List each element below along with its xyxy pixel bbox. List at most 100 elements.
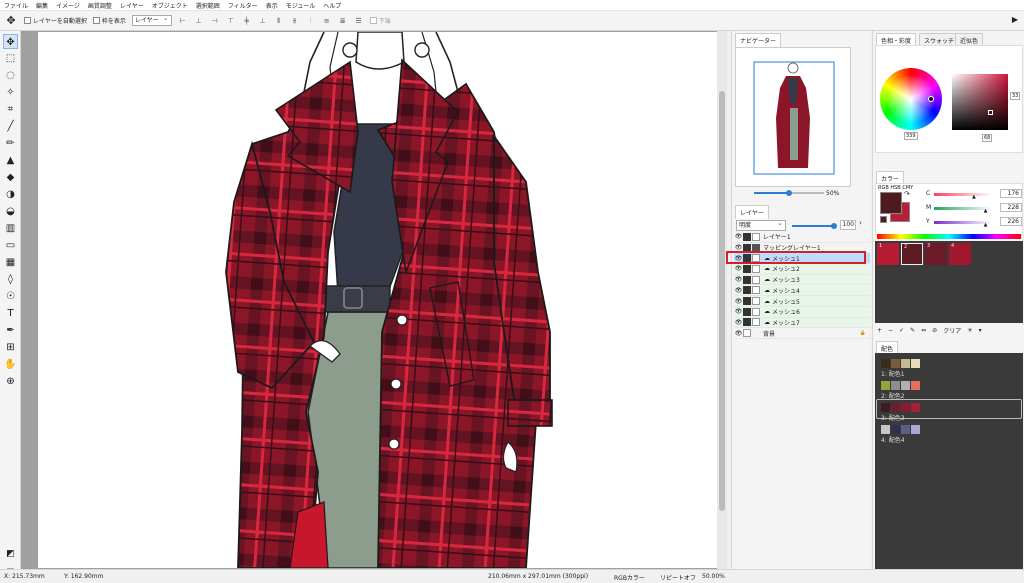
layer-row[interactable]: 👁 ☁ メッシュ1 [734,253,870,265]
eyedropper-icon[interactable]: ╱ [3,119,18,134]
menu-item-0[interactable]: ファイル [4,1,28,10]
palette-swatch[interactable] [891,381,900,390]
c-slider[interactable] [934,193,992,196]
hue-wheel[interactable] [880,68,942,130]
tab-navigator[interactable]: ナビゲーター [735,33,782,47]
menu-item-8[interactable]: 表示 [266,1,278,10]
opacity-input[interactable]: 100 [840,220,856,230]
opacity-dropdown-icon[interactable]: › [859,219,862,227]
layer-row[interactable]: 👁 ☁ メッシュ7 [734,317,870,329]
visibility-eye-icon[interactable]: 👁 [734,244,743,251]
mesh-icon[interactable]: ▦ [3,255,18,270]
layer-row[interactable]: 👁 ☁ メッシュ2 [734,264,870,275]
layer-row[interactable]: 👁 ☁ メッシュ4 [734,285,870,297]
hue-marker[interactable] [928,96,934,102]
layer-row[interactable]: 👁 ☁ メッシュ3 [734,274,870,286]
palette-label[interactable]: 3: 配色3 [881,413,905,422]
layer-row[interactable]: 👁 背景 🔒 [734,328,870,339]
layer-row[interactable]: 👁 マッピングレイヤー1 [734,243,870,254]
swatch-1[interactable]: 1 [877,243,899,265]
zoom-icon[interactable]: ⊕ [3,374,18,389]
spectrum-bar[interactable] [877,234,1021,239]
crop-icon[interactable]: ⌗ [3,102,18,117]
m-slider-marker[interactable]: ▲ [984,208,988,214]
palette-label[interactable]: 2: 配色2 [881,391,905,400]
apply-icon[interactable]: ✓ [899,327,904,334]
menu-item-1[interactable]: 編集 [36,1,48,10]
align-bottom-icon[interactable]: ⊥ [258,16,268,26]
menu-item-10[interactable]: ヘルプ [323,1,341,10]
fill-alt-icon[interactable]: ◒ [3,204,18,219]
swap-colors-icon[interactable]: ↷ [904,190,910,198]
color-mode[interactable]: RGBカラー [614,573,645,582]
palette-swatch[interactable] [891,359,900,368]
align-left-icon[interactable]: ⊢ [178,16,188,26]
palette-swatch[interactable] [901,425,910,434]
menu-item-3[interactable]: 画質調整 [88,1,112,10]
palette-swatch[interactable] [891,403,900,412]
document-canvas[interactable] [38,32,720,568]
m-value-input[interactable]: 228 [1000,203,1022,212]
tab-layers[interactable]: レイヤー [735,205,769,219]
show-frame-checkbox[interactable]: 枠を表示 [92,16,126,25]
palette-swatch[interactable] [881,403,890,412]
align-hcenter-icon[interactable]: ⊥ [194,16,204,26]
swap-swatch-icon[interactable]: ⇔ [921,327,926,334]
palette-swatch[interactable] [881,381,890,390]
palette-swatch[interactable] [911,381,920,390]
text-tool-icon[interactable]: T [3,306,18,321]
visibility-eye-icon[interactable]: 👁 [734,308,743,315]
scrollbar-thumb[interactable] [719,91,725,511]
panel-toggle-icon[interactable]: ▶ [1012,15,1018,24]
visibility-eye-icon[interactable]: 👁 [734,255,743,262]
zoom-slider-knob[interactable] [786,190,792,196]
menu-item-4[interactable]: レイヤー [120,1,144,10]
align-vcenter-icon[interactable]: ╪ [242,16,252,26]
repeat-mode[interactable]: リピートオフ [660,573,696,582]
add-swatch-icon[interactable]: + [877,327,882,334]
target-select[interactable]: レイヤー [131,14,172,26]
align-top-icon[interactable]: ⊤ [226,16,236,26]
eraser-icon[interactable]: ◆ [3,170,18,185]
visibility-eye-icon[interactable]: 👁 [734,276,743,283]
move-tool-icon[interactable]: ✥ [3,34,18,49]
hand-icon[interactable]: ✋ [3,357,18,372]
move-tool-icon[interactable]: ✥ [4,14,18,28]
foreground-color-swatch[interactable] [880,192,902,214]
color-swap-icon[interactable]: ◩ [3,547,18,562]
remove-swatch-icon[interactable]: − [888,327,893,334]
distribute-left-icon[interactable]: ⫴ [274,16,284,26]
lasso-tool-icon[interactable]: ◌ [3,68,18,83]
visibility-eye-icon[interactable]: 👁 [734,287,743,294]
palette-swatch[interactable] [901,359,910,368]
vertical-scrollbar[interactable] [717,31,727,569]
layer-row[interactable]: 👁 ☁ メッシュ6 [734,306,870,318]
marquee-tool-icon[interactable]: ⬚ [3,51,18,66]
visibility-eye-icon[interactable]: 👁 [734,298,743,305]
magic-wand-icon[interactable]: ✧ [3,85,18,100]
swatch-4[interactable]: 4 [949,243,971,265]
clear-swatch-button[interactable]: クリア [943,326,961,335]
reset-colors-icon[interactable] [880,216,887,223]
palette-swatch[interactable] [911,403,920,412]
menu-item-5[interactable]: オブジェクト [152,1,188,10]
layer-row[interactable]: 👁 ☁ メッシュ5 [734,296,870,307]
align-right-icon[interactable]: ⊣ [210,16,220,26]
layer-row[interactable]: 👁 レイヤー1 [734,232,870,243]
palette-swatch[interactable] [881,359,890,368]
stamp-icon[interactable]: ▲ [3,153,18,168]
lock-icon[interactable]: 🔒 [860,330,866,336]
c-value-input[interactable]: 176 [1000,189,1022,198]
drop-icon[interactable]: ◊ [3,272,18,287]
palette-label[interactable]: 4: 配色4 [881,435,905,444]
visibility-eye-icon[interactable]: 👁 [734,265,743,272]
visibility-eye-icon[interactable]: 👁 [734,233,743,240]
swatch-3[interactable]: 3 [925,243,947,265]
edit-swatch-icon[interactable]: ✎ [910,327,915,334]
visibility-eye-icon[interactable]: 👁 [734,330,743,337]
swatch-2[interactable]: 2 [901,243,923,265]
menu-item-2[interactable]: イメージ [56,1,80,10]
pen-tool-icon[interactable]: ✒ [3,323,18,338]
menu-item-6[interactable]: 選択範囲 [196,1,220,10]
settings-icon[interactable]: ☀ [967,327,972,334]
